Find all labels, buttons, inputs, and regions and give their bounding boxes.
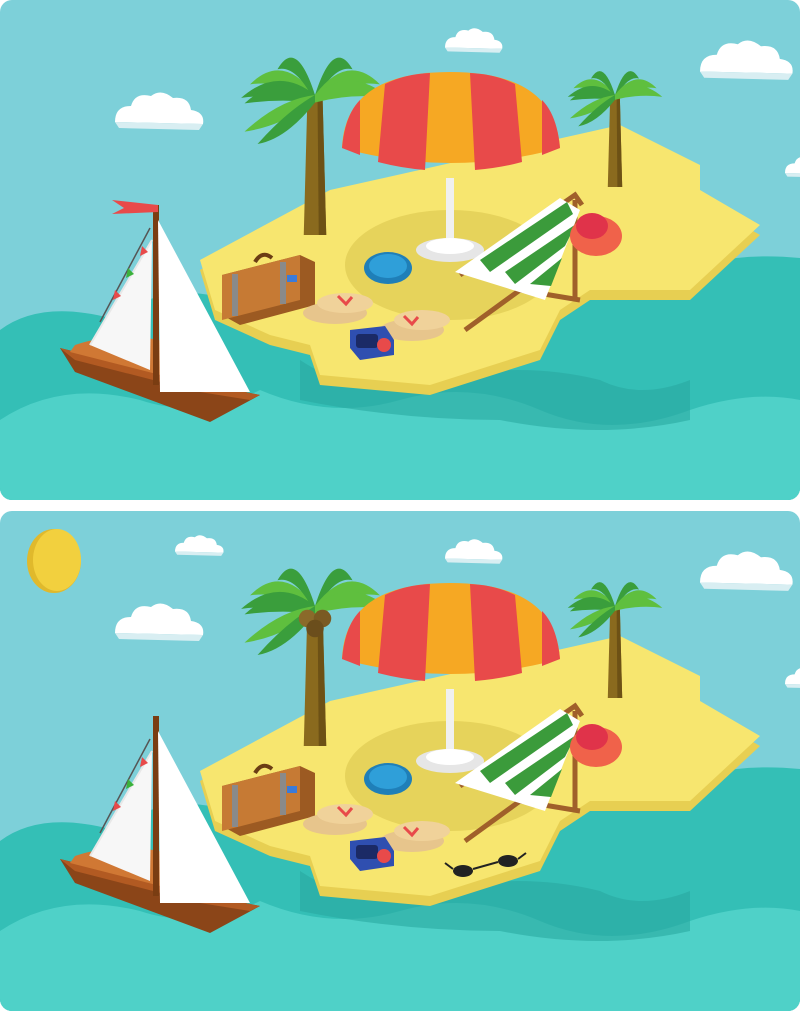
camera[interactable] xyxy=(350,837,394,871)
frisbee[interactable] xyxy=(364,252,412,284)
top-scene-panel[interactable] xyxy=(0,0,800,500)
camera[interactable] xyxy=(350,326,394,360)
frisbee[interactable] xyxy=(364,763,412,795)
sun-icon[interactable] xyxy=(27,529,81,593)
bottom-scene-panel[interactable] xyxy=(0,511,800,1011)
